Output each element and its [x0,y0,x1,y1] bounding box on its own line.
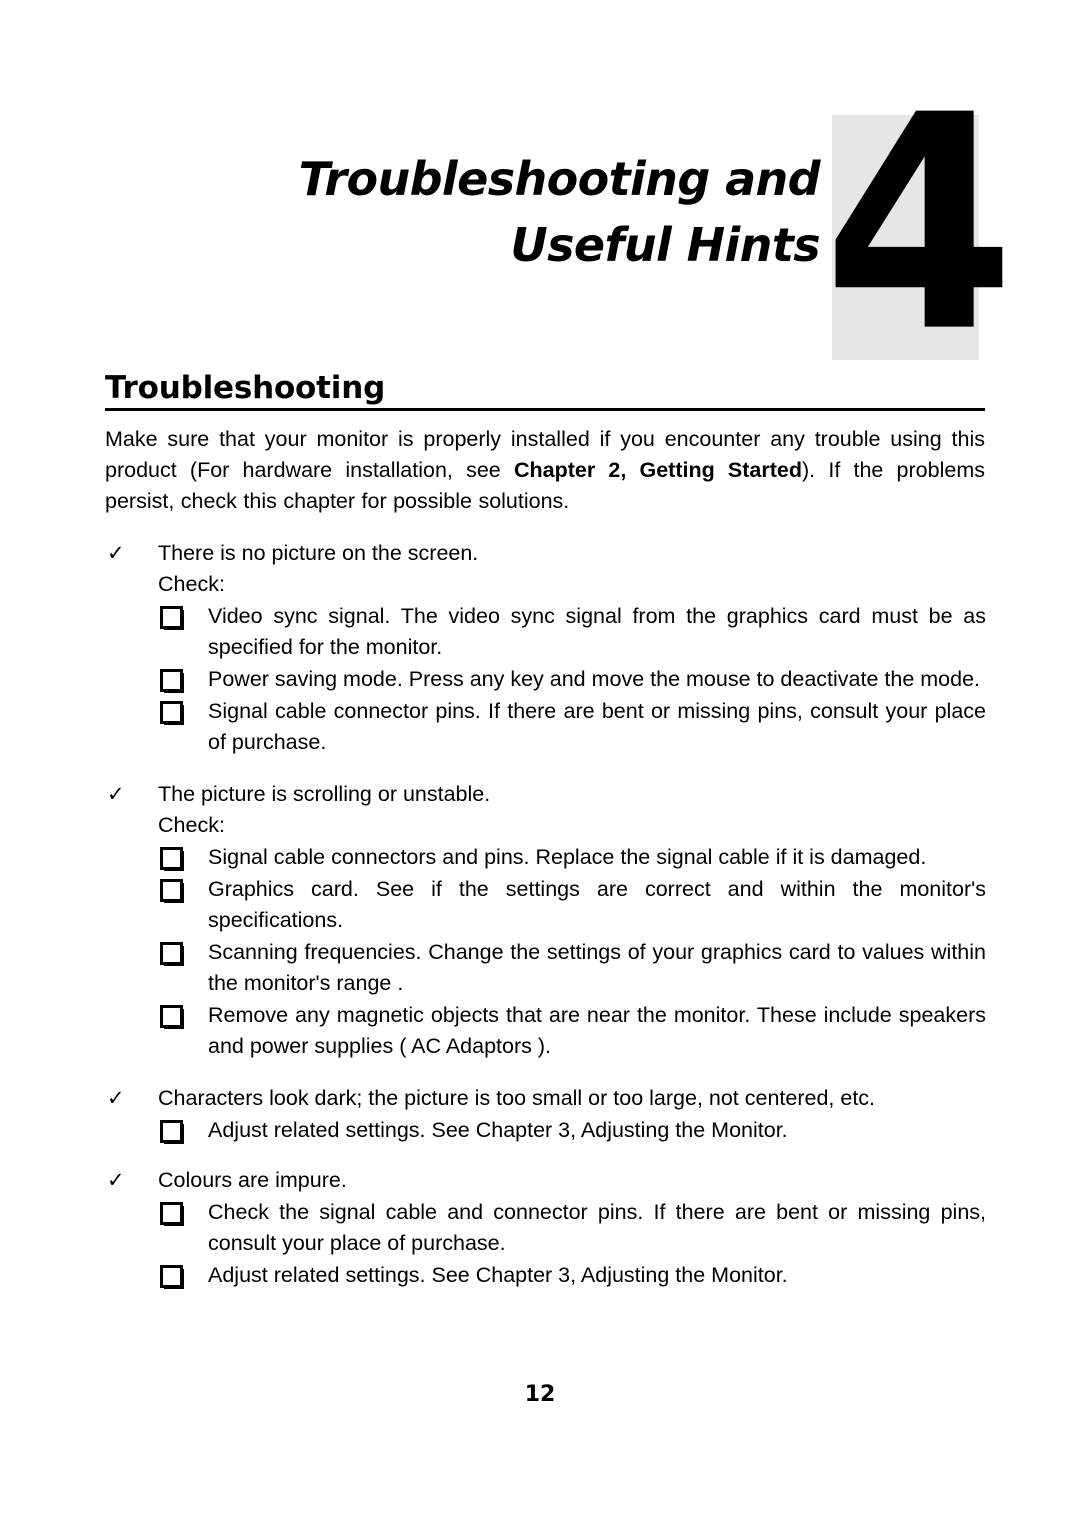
symptom-group: ✓ There is no picture on the screen. Che… [98,538,986,758]
symptom-group: ✓ The picture is scrolling or unstable. … [98,779,986,1062]
section-heading: Troubleshooting [105,370,386,406]
symptom-row: ✓ There is no picture on the screen. [98,538,986,569]
check-label: Check: [158,813,225,837]
remedy-text: Remove any magnetic objects that are nea… [208,1003,986,1058]
shadowed-box-icon [160,1197,186,1226]
remedy-item: Check the signal cable and connector pin… [98,1197,986,1259]
symptom-row: ✓ Characters look dark; the picture is t… [98,1083,986,1114]
chapter-number: 4 [823,53,1015,398]
symptom-row: ✓ The picture is scrolling or unstable. [98,779,986,810]
remedy-text: Power saving mode. Press any key and mov… [208,667,981,691]
remedy-list: Signal cable connectors and pins. Replac… [98,842,986,1062]
shadowed-box-icon [160,1260,186,1289]
remedy-text: Graphics card. See if the settings are c… [208,877,986,932]
shadowed-box-icon [160,696,186,725]
remedy-item: Adjust related settings. See Chapter 3, … [98,1260,986,1291]
remedy-list: Video sync signal. The video sync signal… [98,601,986,758]
remedy-item: Power saving mode. Press any key and mov… [98,664,986,695]
remedy-list: Adjust related settings. See Chapter 3, … [98,1115,986,1146]
symptom-row: ✓ Colours are impure. [98,1165,986,1196]
shadowed-box-icon [160,842,186,871]
shadowed-box-icon [160,1115,186,1144]
symptom-text: There is no picture on the screen. [158,541,479,565]
chapter-title-line-2: Useful Hints [510,218,820,272]
symptom-text: Colours are impure. [158,1168,347,1192]
chapter-title-line-1: Troubleshooting and [298,152,821,206]
remedy-text: Check the signal cable and connector pin… [208,1200,986,1255]
section-divider [105,408,985,411]
remedy-text: Adjust related settings. See Chapter 3, … [208,1118,788,1142]
remedy-text: Signal cable connectors and pins. Replac… [208,845,927,869]
remedy-list: Check the signal cable and connector pin… [98,1197,986,1291]
remedy-item: Graphics card. See if the settings are c… [98,874,986,936]
checkmark-icon: ✓ [107,1086,125,1110]
page-content: Make sure that your monitor is properly … [98,424,986,1291]
checkmark-icon: ✓ [107,1168,125,1192]
page-number: 12 [524,1382,556,1407]
remedy-text: Video sync signal. The video sync signal… [208,604,986,659]
remedy-item: Signal cable connector pins. If there ar… [98,696,986,758]
shadowed-box-icon [160,664,186,693]
chapter-title: Troubleshooting and Useful Hints [180,146,821,278]
shadowed-box-icon [160,601,186,630]
shadowed-box-icon [160,937,186,966]
remedy-item: Signal cable connectors and pins. Replac… [98,842,986,873]
chapter-number-badge: 4 [823,77,1015,373]
check-label: Check: [158,572,225,596]
shadowed-box-icon [160,874,186,903]
symptom-text: The picture is scrolling or unstable. [158,782,491,806]
remedy-item: Video sync signal. The video sync signal… [98,601,986,663]
remedy-text: Adjust related settings. See Chapter 3, … [208,1263,788,1287]
checkmark-icon: ✓ [107,782,125,806]
remedy-text: Signal cable connector pins. If there ar… [208,699,986,754]
intro-chapter-reference: Chapter 2, Getting Started [513,458,803,482]
symptom-text: Characters look dark; the picture is too… [158,1086,876,1110]
intro-paragraph: Make sure that your monitor is properly … [105,424,985,517]
remedy-text: Scanning frequencies. Change the setting… [208,940,986,995]
chapter-header: Troubleshooting and Useful Hints 4 [0,0,1080,373]
section-header: Troubleshooting [105,370,985,411]
remedy-item: Scanning frequencies. Change the setting… [98,937,986,999]
checkmark-icon: ✓ [107,541,125,565]
shadowed-box-icon [160,1000,186,1029]
remedy-item: Remove any magnetic objects that are nea… [98,1000,986,1062]
symptom-group: ✓ Characters look dark; the picture is t… [98,1083,986,1146]
remedy-item: Adjust related settings. See Chapter 3, … [98,1115,986,1146]
symptom-group: ✓ Colours are impure. Check the signal c… [98,1165,986,1291]
